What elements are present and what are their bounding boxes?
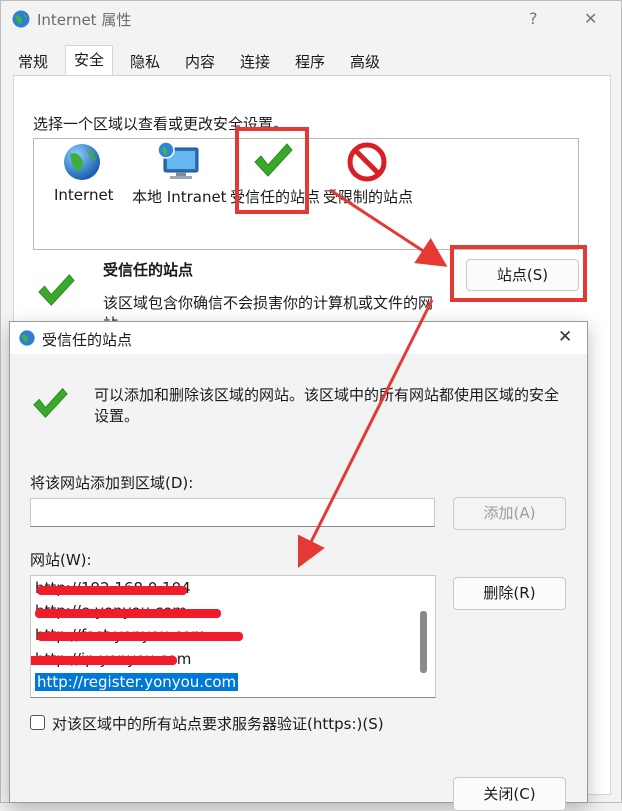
annotation-arrows — [297, 188, 448, 569]
annotation-arrow-to-sites — [329, 188, 448, 267]
annotation-arrow-to-list — [297, 299, 434, 569]
